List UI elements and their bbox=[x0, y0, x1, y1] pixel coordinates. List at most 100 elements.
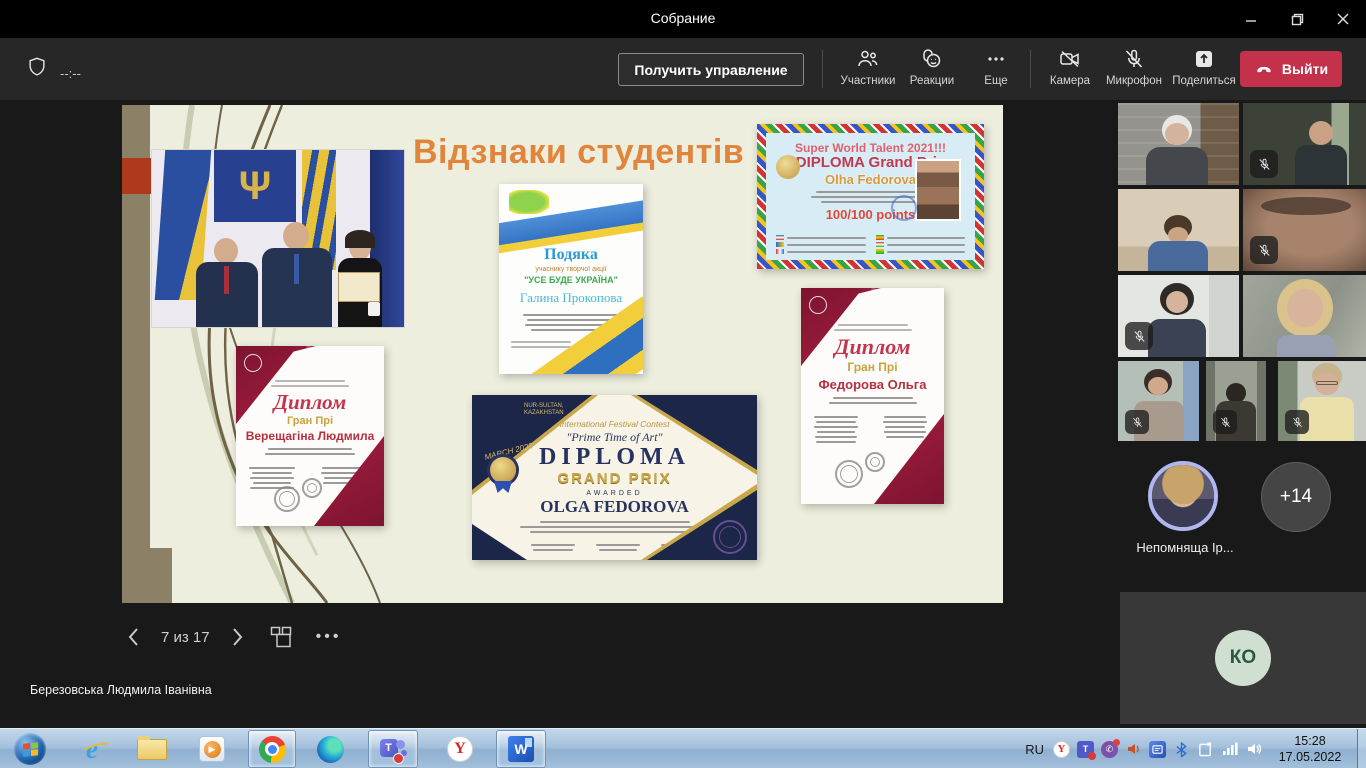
edge-button[interactable] bbox=[308, 730, 352, 768]
tray-speaker-icon[interactable] bbox=[1245, 741, 1262, 758]
presentation-stage: Відзнаки студентів Ψ bbox=[0, 100, 1366, 728]
participant-video-tile[interactable] bbox=[1243, 275, 1366, 357]
title-bar: Собрание bbox=[0, 0, 1366, 38]
tray-teams-icon[interactable]: T bbox=[1077, 741, 1094, 758]
participants-label: Участники bbox=[841, 75, 896, 87]
media-player-icon: ▶ bbox=[199, 736, 225, 762]
internet-explorer-button[interactable]: e bbox=[70, 730, 114, 768]
participant-video-tile[interactable] bbox=[1206, 361, 1266, 441]
gratitude-action: "УСЕ БУДЕ УКРАЇНА" bbox=[499, 275, 643, 285]
reactions-icon bbox=[920, 46, 944, 72]
system-tray: RU Y T ✆ bbox=[1025, 730, 1262, 768]
hangup-icon bbox=[1254, 59, 1274, 79]
word-button[interactable]: W bbox=[496, 730, 546, 768]
chrome-icon bbox=[259, 736, 286, 763]
grid-view-icon bbox=[270, 625, 294, 649]
reactions-button[interactable]: Реакции bbox=[900, 46, 964, 87]
microphone-label: Микрофон bbox=[1106, 75, 1162, 87]
participant-video-tile[interactable] bbox=[1278, 361, 1366, 441]
blue-stamp bbox=[891, 195, 917, 221]
media-player-button[interactable]: ▶ bbox=[190, 730, 234, 768]
diploma-name: Федорова Ольга bbox=[801, 377, 944, 392]
previous-slide-button[interactable] bbox=[125, 622, 143, 652]
chrome-button[interactable] bbox=[248, 730, 296, 768]
more-icon bbox=[984, 46, 1008, 72]
slide-page-indicator: 7 из 17 bbox=[161, 629, 210, 646]
seal-stamp bbox=[274, 486, 300, 512]
diploma-fedorova: Диплом Гран Прі Федорова Ольга bbox=[801, 288, 944, 504]
coat-of-arms-panel: Ψ bbox=[214, 150, 296, 222]
more-label: Еще bbox=[984, 75, 1007, 87]
participant-avatar[interactable] bbox=[1148, 461, 1218, 531]
seal-stamp bbox=[865, 452, 885, 472]
start-button[interactable] bbox=[11, 730, 49, 768]
participants-icon bbox=[856, 46, 880, 72]
folder-icon bbox=[137, 739, 167, 760]
tray-bluetooth-icon[interactable] bbox=[1173, 741, 1190, 758]
chevron-right-icon bbox=[228, 626, 246, 648]
close-button[interactable] bbox=[1320, 0, 1366, 38]
award-badge bbox=[490, 457, 516, 483]
file-explorer-button[interactable] bbox=[130, 730, 174, 768]
more-slides-button[interactable]: ••• bbox=[316, 628, 342, 646]
seal-stamp bbox=[835, 460, 863, 488]
teams-meeting-window: Собрание --:-- Получить управление Участ… bbox=[0, 0, 1366, 768]
overflow-count: +14 bbox=[1280, 486, 1312, 508]
presenter-name: Березовська Людмила Іванівна bbox=[30, 683, 212, 697]
notification-badge bbox=[393, 753, 404, 764]
tray-network-signal-icon[interactable] bbox=[1221, 741, 1238, 758]
camera-button[interactable]: Камера bbox=[1038, 46, 1102, 87]
participant-name-label: Непомняща Ір... bbox=[1118, 540, 1252, 555]
participants-button[interactable]: Участники bbox=[836, 46, 900, 87]
mic-muted-icon bbox=[1285, 410, 1309, 434]
taskbar-clock[interactable]: 15:28 17.05.2022 bbox=[1267, 733, 1353, 765]
tray-clipboard-icon[interactable] bbox=[1197, 741, 1214, 758]
next-slide-button[interactable] bbox=[228, 622, 246, 652]
participant-video-tile[interactable] bbox=[1118, 103, 1239, 185]
talent-title: Super World Talent 2021!!! bbox=[766, 141, 975, 155]
take-control-button[interactable]: Получить управление bbox=[618, 53, 804, 86]
clock-time: 15:28 bbox=[1267, 733, 1353, 749]
yandex-browser-button[interactable]: Y bbox=[438, 730, 482, 768]
tray-viber-icon[interactable]: ✆ bbox=[1101, 741, 1118, 758]
more-button[interactable]: Еще bbox=[964, 46, 1028, 87]
participant-video-tile[interactable] bbox=[1118, 361, 1199, 441]
mic-off-icon bbox=[1122, 46, 1146, 72]
microphone-button[interactable]: Микрофон bbox=[1102, 46, 1166, 87]
share-button[interactable]: Поделиться bbox=[1166, 46, 1242, 87]
take-control-label: Получить управление bbox=[634, 62, 787, 78]
language-indicator[interactable]: RU bbox=[1025, 742, 1044, 757]
gold-medal-icon bbox=[776, 155, 800, 179]
tray-language-tool-icon[interactable] bbox=[1149, 741, 1166, 758]
seal-stamp bbox=[302, 478, 322, 498]
awarded-label: AWARDED bbox=[472, 490, 757, 497]
avatar-photo bbox=[1152, 465, 1214, 527]
teams-button[interactable]: T bbox=[368, 730, 418, 768]
participant-initials-tile[interactable]: КО bbox=[1120, 592, 1366, 724]
slide-grid-view-button[interactable] bbox=[270, 622, 294, 652]
participant-video-tile[interactable] bbox=[1243, 189, 1366, 271]
word-icon: W bbox=[508, 736, 534, 762]
participant-video-tile[interactable] bbox=[1118, 189, 1239, 271]
participant-video-tile[interactable] bbox=[1243, 103, 1366, 185]
leave-button[interactable]: Выйти bbox=[1240, 51, 1342, 87]
overflow-participants-button[interactable]: +14 bbox=[1261, 462, 1331, 532]
camera-off-icon bbox=[1058, 46, 1082, 72]
initials-avatar: КО bbox=[1215, 630, 1271, 686]
restore-button[interactable] bbox=[1274, 0, 1320, 38]
show-desktop-button[interactable] bbox=[1357, 729, 1366, 768]
share-label: Поделиться bbox=[1172, 75, 1236, 87]
minimize-icon bbox=[1245, 13, 1257, 25]
share-icon bbox=[1192, 46, 1216, 72]
participant-video-tile[interactable] bbox=[1118, 275, 1239, 357]
clock-date: 17.05.2022 bbox=[1267, 749, 1353, 765]
window-title: Собрание bbox=[0, 10, 1366, 26]
diploma-location: NUR-SULTAN, KAZAKHSTAN bbox=[524, 403, 564, 417]
world-talent-certificate: Super World Talent 2021!!! DIPLOMA Grand… bbox=[757, 124, 984, 269]
minimize-button[interactable] bbox=[1228, 0, 1274, 38]
award-photo: Ψ bbox=[152, 150, 404, 327]
teams-icon: T bbox=[380, 737, 407, 762]
meeting-toolbar: --:-- Получить управление Участники Реак… bbox=[0, 38, 1366, 100]
tray-volume-orange-icon[interactable] bbox=[1125, 741, 1142, 758]
tray-yandex-icon[interactable]: Y bbox=[1053, 741, 1070, 758]
